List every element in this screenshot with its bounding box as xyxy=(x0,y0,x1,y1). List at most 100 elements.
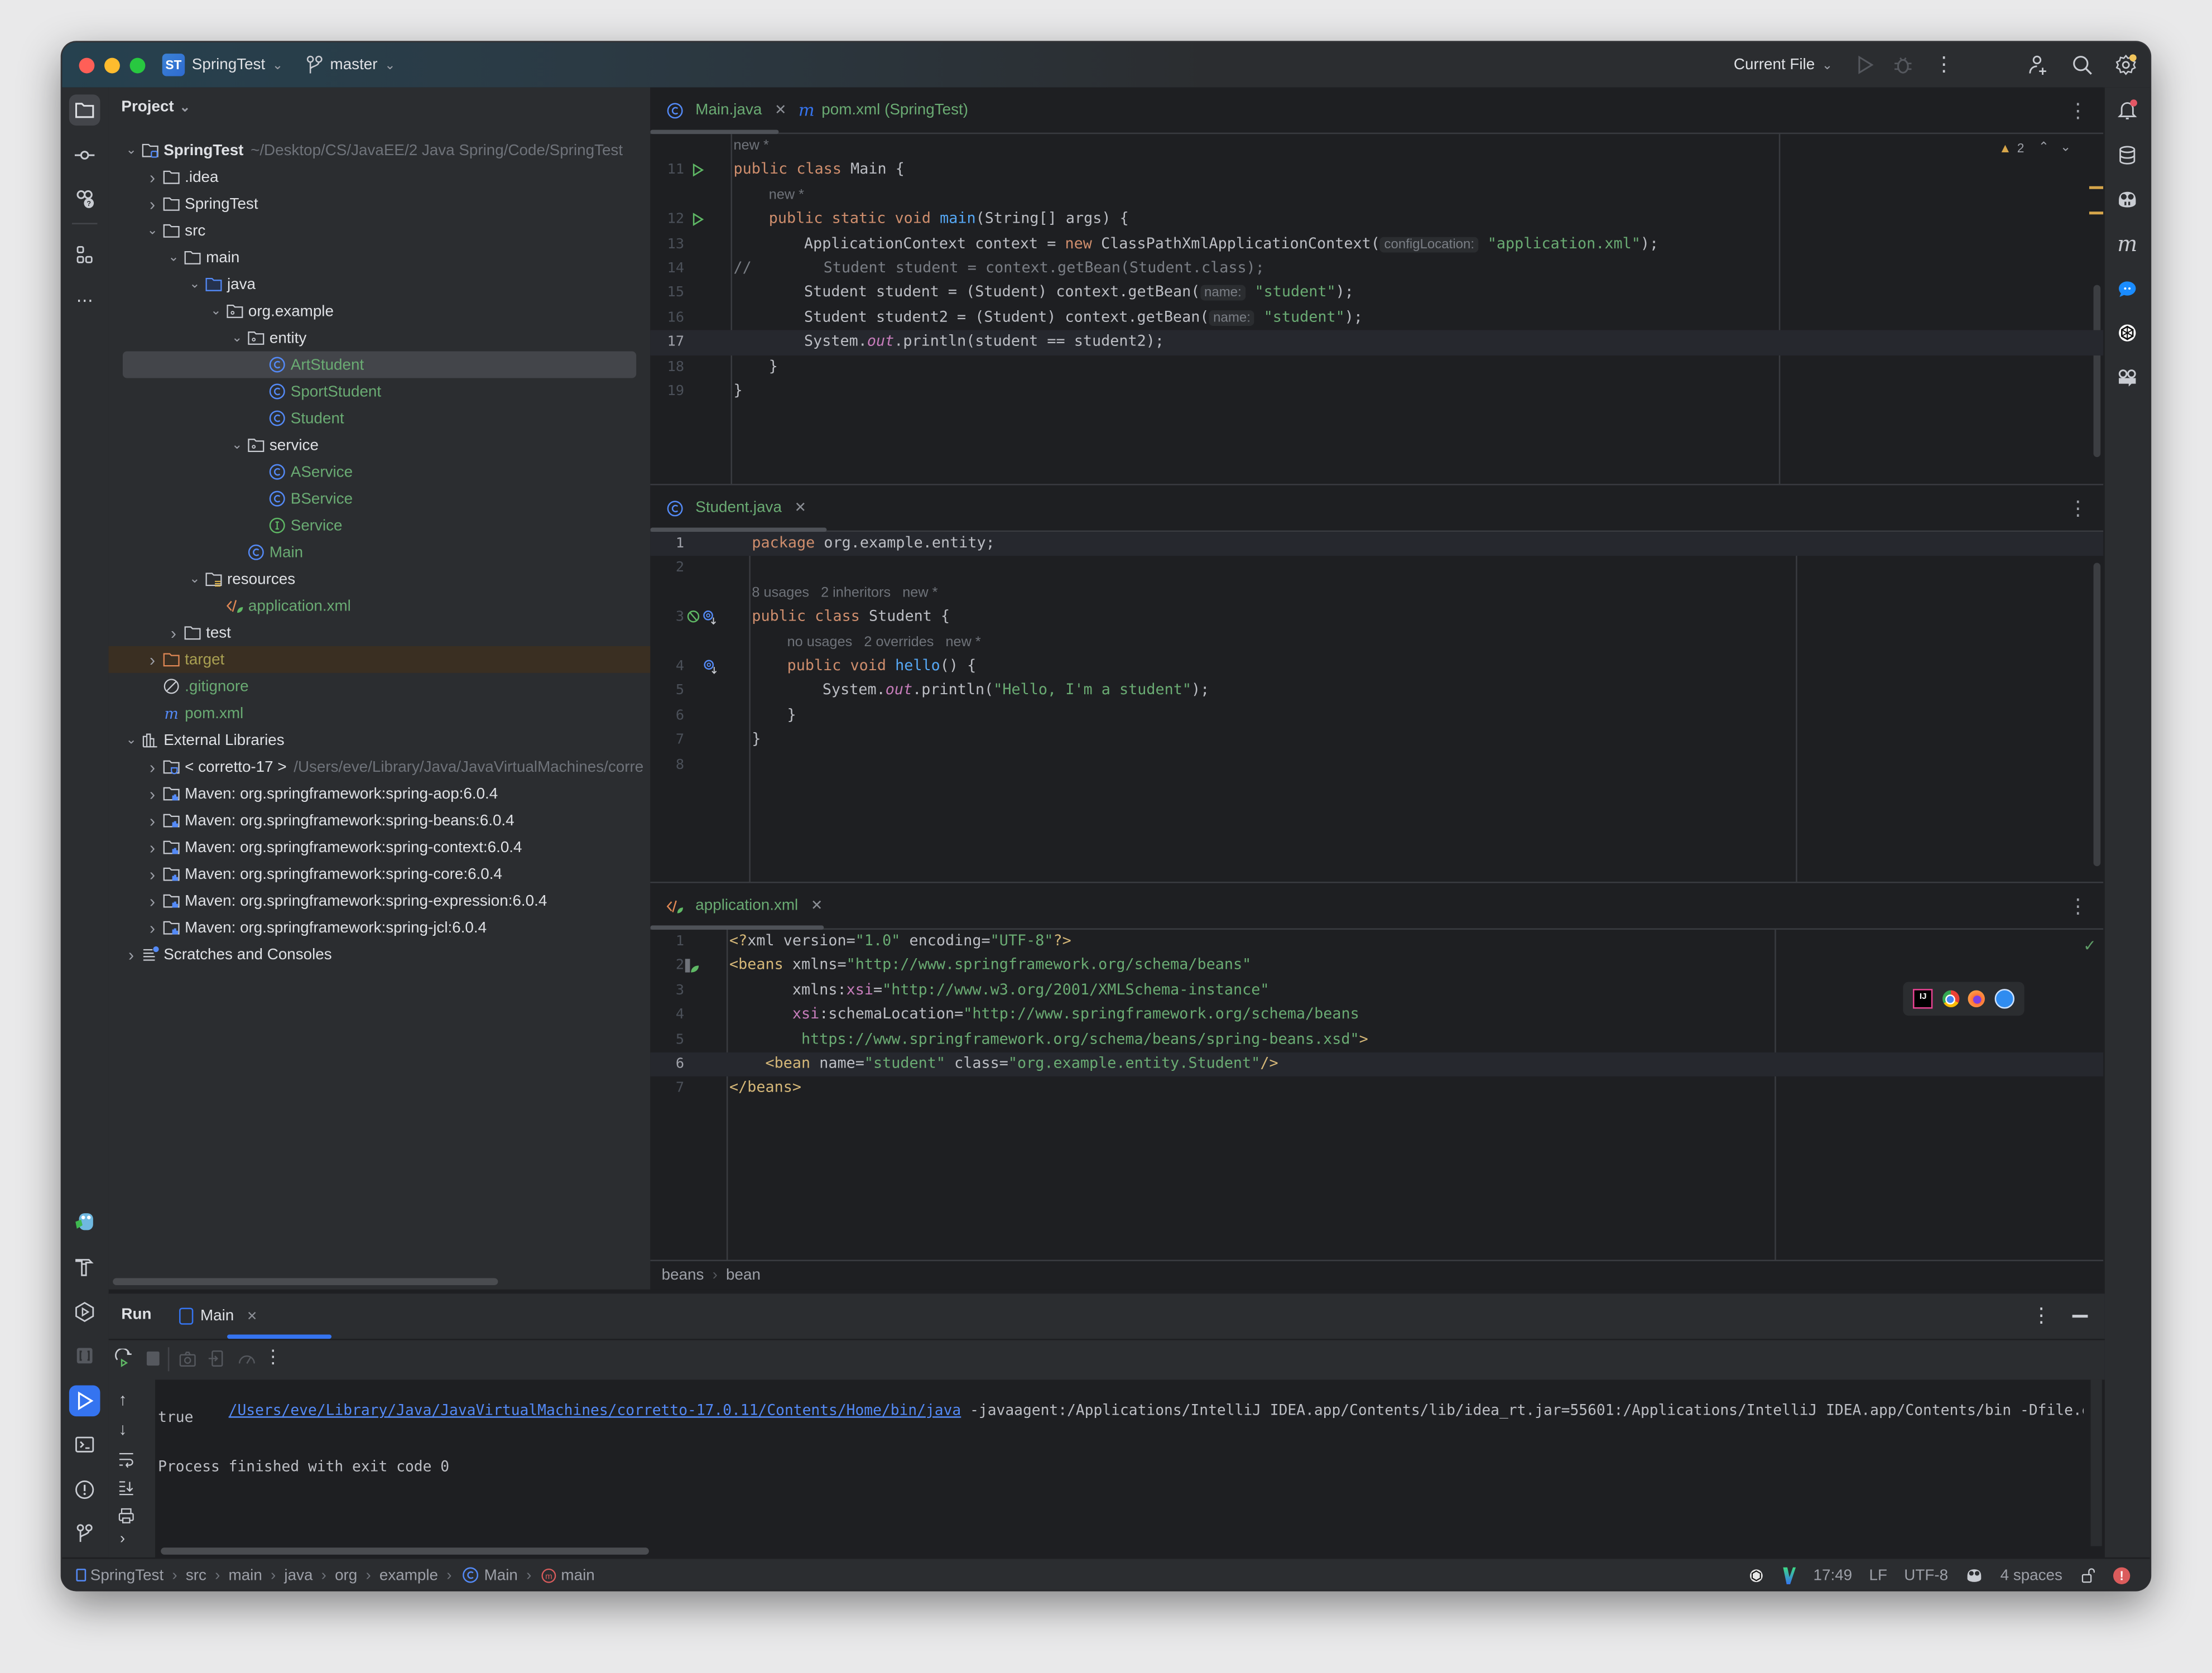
more-actions-icon[interactable]: ⋮ xyxy=(2031,1305,2051,1324)
maven-tool-button[interactable]: m xyxy=(2112,229,2143,260)
close-tab-icon[interactable]: ✕ xyxy=(811,898,823,914)
line-number[interactable]: 7 xyxy=(650,1077,684,1102)
breadcrumb-item[interactable]: example xyxy=(379,1566,438,1583)
notifications-button[interactable] xyxy=(2112,94,2143,126)
tab-pom-xml[interactable]: m pom.xml (SpringTest) xyxy=(799,88,968,133)
tree-item[interactable]: ⌄ resources xyxy=(109,566,651,593)
terminal-tool-button[interactable] xyxy=(69,1429,100,1460)
chevron-right-icon[interactable]: › xyxy=(144,810,161,830)
copilot-status-icon[interactable] xyxy=(1965,1566,1983,1584)
code-line[interactable]: 1 <?xml version="1.0" encoding="UTF-8"?> xyxy=(650,930,2104,954)
breadcrumb-item[interactable]: Main xyxy=(460,1565,518,1585)
run-icon[interactable] xyxy=(1854,54,1876,76)
code-vision-hint[interactable]: new * xyxy=(650,183,2104,208)
tree-item[interactable]: › Maven: org.springframework:spring-aop:6… xyxy=(109,780,651,807)
line-number[interactable]: 2 xyxy=(650,556,684,581)
minimize-panel-icon[interactable] xyxy=(2072,1315,2088,1317)
chevron-down-icon[interactable]: ⌄ xyxy=(229,438,246,453)
chevron-right-icon[interactable]: › xyxy=(165,623,182,642)
line-number[interactable]: 4 xyxy=(650,1003,684,1028)
chat-tool-button[interactable] xyxy=(2112,273,2143,305)
gopher-plugin-button[interactable] xyxy=(69,1206,100,1237)
chevron-right-icon[interactable]: › xyxy=(144,891,161,910)
code-line[interactable]: 16 Student student2 = (Student) context.g… xyxy=(650,306,2104,330)
code-line[interactable]: 3 xmlns:xsi="http://www.w3.org/2001/XMLS… xyxy=(650,979,2104,1003)
tree-item[interactable]: SportStudent xyxy=(109,378,651,405)
tree-item[interactable]: › .idea xyxy=(109,164,651,190)
tree-item[interactable]: ⌄ External Libraries xyxy=(109,727,651,753)
ai-help-tool-button[interactable]: ? xyxy=(69,184,100,215)
tree-item[interactable]: ⌄ service xyxy=(109,432,651,459)
code-line[interactable]: 17 System.out.println(student == student2… xyxy=(650,330,2105,355)
tree-item[interactable]: m pom.xml xyxy=(109,700,651,727)
git-tool-button[interactable] xyxy=(69,1518,100,1549)
code-line[interactable]: 13 ApplicationContext context = new Class… xyxy=(650,232,2104,257)
line-number[interactable]: 12 xyxy=(650,208,684,232)
tree-item[interactable]: application.xml xyxy=(109,593,651,619)
chevron-right-icon[interactable]: › xyxy=(144,167,161,187)
console-output[interactable]: /Users/eve/Library/Java/JavaVirtualMachi… xyxy=(155,1379,2105,1559)
code-line[interactable]: 5 System.out.println("Hello, I'm a studen… xyxy=(650,679,2104,704)
exit-icon[interactable] xyxy=(208,1349,227,1368)
profiler-icon[interactable] xyxy=(237,1349,257,1368)
endpoints-tool-button[interactable] xyxy=(69,1340,100,1372)
tree-item[interactable]: Service xyxy=(109,512,651,539)
file-encoding[interactable]: UTF-8 xyxy=(1904,1566,1948,1583)
tab-application-xml[interactable]: application.xml ✕ xyxy=(665,883,823,929)
close-tab-icon[interactable]: ✕ xyxy=(795,500,806,516)
breadcrumb-item[interactable]: java xyxy=(284,1566,312,1583)
line-number[interactable]: 5 xyxy=(650,1028,684,1052)
code-line[interactable]: 6} xyxy=(650,704,2104,728)
code-line[interactable]: 1 package org.example.entity; xyxy=(650,532,2105,557)
run-gutter-icon[interactable] xyxy=(690,158,705,183)
code-vision-hint[interactable]: 8 usages 2 inheritors new * xyxy=(650,581,2104,605)
vue-icon[interactable] xyxy=(1782,1566,1797,1584)
vertical-scrollbar[interactable] xyxy=(2090,1379,2102,1546)
tree-item[interactable]: Student xyxy=(109,405,651,432)
line-number[interactable]: 17 xyxy=(650,330,684,355)
line-number[interactable]: 14 xyxy=(650,257,684,281)
breadcrumb-item[interactable]: beans xyxy=(662,1267,704,1283)
more-actions-icon[interactable]: ⋮ xyxy=(2068,896,2088,915)
camera-icon[interactable] xyxy=(178,1349,198,1368)
tree-item[interactable]: › Maven: org.springframework:spring-beans… xyxy=(109,807,651,834)
indent-setting[interactable]: 4 spaces xyxy=(2001,1566,2062,1583)
tree-item[interactable]: › Maven: org.springframework:spring-core:… xyxy=(109,860,651,887)
line-separator[interactable]: LF xyxy=(1869,1566,1887,1583)
tree-item[interactable]: › < corretto-17 > /Users/eve/Library/Java/… xyxy=(109,753,651,780)
chevron-down-icon[interactable]: ⌄ xyxy=(144,223,161,238)
chevron-right-icon[interactable]: › xyxy=(144,757,161,776)
code-line[interactable]: 6 <bean name="student" class="org.exampl… xyxy=(650,1052,2105,1077)
minimize-window-button[interactable] xyxy=(104,57,120,74)
line-number[interactable]: 15 xyxy=(650,281,684,306)
tree-item[interactable]: AService xyxy=(109,459,651,485)
line-number[interactable]: 4 xyxy=(650,655,684,679)
implemented-gutter-icon[interactable] xyxy=(687,605,721,630)
tree-item[interactable]: › test xyxy=(109,619,651,646)
code-view[interactable]: new * 11 public class Main {new * 12 public … xyxy=(650,134,2105,404)
copilot-tool-button[interactable] xyxy=(2112,184,2143,215)
line-number[interactable]: 19 xyxy=(650,379,684,404)
chevron-down-icon[interactable]: ⌄ xyxy=(208,304,224,319)
line-number[interactable]: 13 xyxy=(650,232,684,257)
horizontal-scrollbar[interactable] xyxy=(113,1278,498,1286)
chevron-down-icon[interactable]: ⌄ xyxy=(165,249,182,265)
commit-tool-button[interactable] xyxy=(69,140,100,171)
tree-item[interactable]: ⌄ org.example xyxy=(109,297,651,324)
tree-item[interactable]: › target xyxy=(108,646,651,673)
database-tool-button[interactable] xyxy=(2112,140,2143,171)
breadcrumb-item[interactable]: org xyxy=(335,1566,357,1583)
breadcrumb-item[interactable]: main xyxy=(229,1566,262,1583)
tree-item[interactable]: › Maven: org.springframework:spring-conte… xyxy=(109,834,651,860)
line-number[interactable]: 7 xyxy=(650,728,684,753)
java-path-link[interactable]: /Users/eve/Library/Java/JavaVirtualMachi… xyxy=(229,1402,961,1419)
chevron-down-icon[interactable]: ⌄ xyxy=(123,732,140,748)
breadcrumb-item[interactable]: bean xyxy=(726,1267,761,1283)
run-config-selector[interactable]: Current File ⌄ xyxy=(1734,42,1833,88)
close-tab-icon[interactable]: ✕ xyxy=(775,102,786,118)
tree-item[interactable]: ⌄ src xyxy=(109,217,651,244)
line-number[interactable]: 16 xyxy=(650,306,684,330)
more-actions-icon[interactable]: ⋮ xyxy=(1932,54,1955,76)
code-vision-hint[interactable]: no usages 2 overrides new * xyxy=(650,630,2104,655)
spring-bean-gutter-icon[interactable] xyxy=(684,954,700,979)
